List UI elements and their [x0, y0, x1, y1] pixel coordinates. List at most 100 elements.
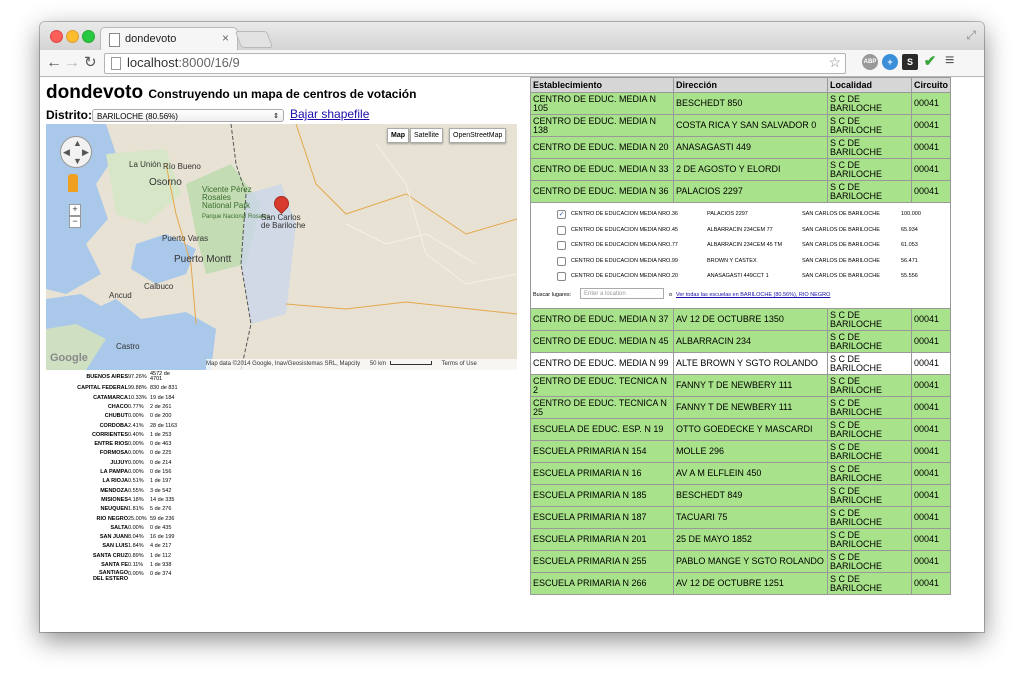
stat-row: NEUQUEN 1.81% 5 de 276 — [46, 505, 246, 514]
table-row[interactable]: ESCUELA PRIMARIA N 266 AV 12 DE OCTUBRE 1… — [530, 572, 951, 595]
pan-left-icon[interactable]: ◀ — [63, 147, 70, 158]
candidate-row[interactable]: CENTRO DE EDUCACION MEDIA NRO.20 ANASAGAS… — [557, 270, 947, 282]
table-row[interactable]: CENTRO DE EDUC. MEDIA N 33 2 DE AGOSTO Y … — [530, 158, 951, 181]
stat-province[interactable]: CAPITAL FEDERAL — [77, 384, 128, 393]
stat-province[interactable]: FORMOSA — [100, 449, 128, 458]
col-header-direccion[interactable]: Dirección — [673, 77, 828, 93]
col-header-establecimiento[interactable]: Establecimiento — [530, 77, 674, 93]
stat-province[interactable]: JUJUY — [110, 459, 128, 468]
distrito-select[interactable]: BARILOCHE (80.56%) ⇕ — [92, 109, 284, 122]
pan-up-icon[interactable]: ▲ — [73, 138, 82, 148]
adblock-icon[interactable]: ABP — [862, 54, 878, 70]
terms-link[interactable]: Terms of Use — [442, 361, 477, 367]
reload-icon[interactable]: ↻ — [84, 53, 97, 73]
stat-province[interactable]: SANTA FE — [101, 561, 128, 570]
stat-province[interactable]: LA PAMPA — [100, 468, 128, 477]
address-bar[interactable]: localhost:8000/16/9 ☆ — [104, 53, 846, 74]
zoom-in-button[interactable]: + — [69, 204, 81, 216]
stat-province[interactable]: LA RIOJA — [103, 477, 128, 486]
table-row[interactable]: ESCUELA PRIMARIA N 16 AV A M ELFLEIN 450 S… — [530, 462, 951, 485]
stat-province[interactable]: RIO NEGRO — [97, 515, 128, 524]
close-window-button[interactable] — [50, 30, 63, 43]
tab-close-icon[interactable]: × — [222, 31, 229, 45]
col-header-localidad[interactable]: Localidad — [827, 77, 912, 93]
table-row[interactable]: CENTRO DE EDUC. MEDIA N 138 COSTA RICA Y … — [530, 114, 951, 137]
url-text[interactable]: localhost:8000/16/9 — [127, 55, 240, 70]
tab-dondevoto[interactable]: dondevoto × — [100, 27, 238, 51]
stat-province[interactable]: SAN JUAN — [100, 533, 128, 542]
download-shapefile-link[interactable]: Bajar shapefile — [290, 107, 369, 121]
stat-percent: 8.04% — [128, 534, 144, 541]
check-icon[interactable]: ✔ — [922, 54, 938, 70]
table-row[interactable]: ESCUELA PRIMARIA N 185 BESCHEDT 849 S C DE… — [530, 484, 951, 507]
stat-province[interactable]: SANTIAGO DEL ESTERO — [88, 570, 128, 582]
candidate-row[interactable]: CENTRO DE EDUCACION MEDIA NRO.77 ALBARRAC… — [557, 239, 947, 251]
stat-province[interactable]: BUENOS AIRES — [86, 373, 128, 382]
stat-province[interactable]: CHACO — [108, 403, 128, 412]
candidate-checkbox[interactable] — [557, 241, 566, 250]
map[interactable]: Map Satellite OpenStreetMap ▲ ◀ ▶ ▼ + − … — [46, 124, 517, 370]
s-extension-icon[interactable]: S — [902, 54, 918, 70]
stat-row: LA PAMPA 0.00% 0 de 156 — [46, 468, 246, 477]
candidate-checkbox[interactable] — [557, 272, 566, 281]
bookmark-star-icon[interactable]: ☆ — [828, 54, 841, 71]
stat-province[interactable]: MISIONES — [101, 496, 128, 505]
stat-percent: 25.00% — [128, 515, 147, 522]
globe-icon[interactable]: + — [882, 54, 898, 70]
table-row[interactable]: CENTRO DE EDUC. MEDIA N 20 ANASAGASTI 449… — [530, 136, 951, 159]
stat-count: 5 de 276 — [150, 506, 172, 513]
candidate-row[interactable]: ✓ CENTRO DE EDUCACION MEDIA NRO.36 PALACIO… — [557, 208, 947, 220]
stat-province[interactable]: NEUQUEN — [100, 505, 128, 514]
location-search-input[interactable]: Enter a location — [580, 288, 664, 299]
table-row[interactable]: ESCUELA PRIMARIA N 154 MOLLE 296 S C DE BA… — [530, 440, 951, 463]
table-row[interactable]: ESCUELA PRIMARIA N 201 25 DE MAYO 1852 S C… — [530, 528, 951, 551]
pan-right-icon[interactable]: ▶ — [82, 147, 89, 158]
table-row[interactable]: CENTRO DE EDUC. TECNICA N 25 FANNY T DE N… — [530, 396, 951, 419]
candidate-address: BROWN Y CASTEX — [707, 257, 757, 264]
map-type-osm-button[interactable]: OpenStreetMap — [449, 128, 507, 143]
fullscreen-icon[interactable]: ⤢ — [966, 28, 976, 43]
minimize-window-button[interactable] — [66, 30, 79, 43]
stat-percent: 0.00% — [128, 571, 144, 578]
candidate-checkbox[interactable] — [557, 256, 566, 266]
cell-localidad: S C DE BARILOCHE — [827, 396, 912, 419]
stat-province[interactable]: SAN LUIS — [102, 542, 128, 551]
table-row[interactable]: CENTRO DE EDUC. MEDIA N 105 BESCHEDT 850 S… — [530, 92, 951, 115]
stat-province[interactable]: CORDOBA — [100, 422, 128, 431]
table-row[interactable]: ESCUELA DE EDUC. ESP. N 19 OTTO GOEDECKE … — [530, 418, 951, 441]
table-row[interactable]: CENTRO DE EDUC. MEDIA N 99 ALTE BROWN Y S… — [530, 352, 951, 375]
pan-control[interactable]: ▲ ◀ ▶ ▼ — [60, 136, 92, 168]
candidate-row[interactable]: CENTRO DE EDUCACION MEDIA NRO.45 ALBARRAC… — [557, 224, 947, 236]
table-row[interactable]: CENTRO DE EDUC. MEDIA N 36 PALACIOS 2297 S… — [530, 180, 951, 203]
stat-province[interactable]: CORRIENTES — [92, 431, 128, 440]
stat-province[interactable]: SALTA — [110, 524, 128, 533]
table-row[interactable]: CENTRO DE EDUC. TECNICA N 2 FANNY T DE NE… — [530, 374, 951, 397]
zoom-window-button[interactable] — [82, 30, 95, 43]
stat-province[interactable]: CATAMARCA — [93, 394, 128, 403]
candidate-checkbox[interactable] — [557, 225, 566, 235]
table-row[interactable]: CENTRO DE EDUC. MEDIA N 37 AV 12 DE OCTUB… — [530, 308, 951, 331]
stat-province[interactable]: MENDOZA — [100, 487, 128, 496]
new-tab-button[interactable] — [234, 31, 274, 48]
stat-province[interactable]: CHUBUT — [105, 412, 128, 421]
map-type-satellite-button[interactable]: Satellite — [410, 128, 443, 143]
stat-province[interactable]: SANTA CRUZ — [93, 552, 128, 561]
table-row[interactable]: CENTRO DE EDUC. MEDIA N 45 ALBARRACIN 234… — [530, 330, 951, 353]
table-row[interactable]: ESCUELA PRIMARIA N 187 TACUARI 75 S C DE B… — [530, 506, 951, 529]
pan-down-icon[interactable]: ▼ — [73, 156, 82, 166]
forward-arrow-icon[interactable]: → — [64, 53, 80, 73]
zoom-out-button[interactable]: − — [69, 216, 81, 228]
candidate-row[interactable]: CENTRO DE EDUCACION MEDIA NRO.99 BROWN Y … — [557, 255, 947, 267]
table-row[interactable]: ESCUELA PRIMARIA N 255 PABLO MANGE Y SGTO… — [530, 550, 951, 573]
stat-province[interactable]: ENTRE RIOS — [94, 440, 128, 449]
candidate-checkbox[interactable]: ✓ — [557, 210, 566, 219]
map-place-label: Vicente Pérez Rosales National Park — [202, 185, 252, 210]
schools-table-container: Establecimiento Dirección Localidad Circ… — [530, 77, 984, 595]
view-all-schools-link[interactable]: Ver todas las escuelas en BARILOCHE (80.… — [676, 291, 830, 300]
pegman-icon[interactable] — [68, 174, 78, 192]
menu-icon[interactable]: ≡ — [945, 52, 954, 70]
cell-localidad: S C DE BARILOCHE — [827, 158, 912, 181]
back-arrow-icon[interactable]: ← — [46, 53, 62, 73]
map-type-map-button[interactable]: Map — [387, 128, 409, 143]
col-header-circuito[interactable]: Circuito — [911, 77, 951, 93]
